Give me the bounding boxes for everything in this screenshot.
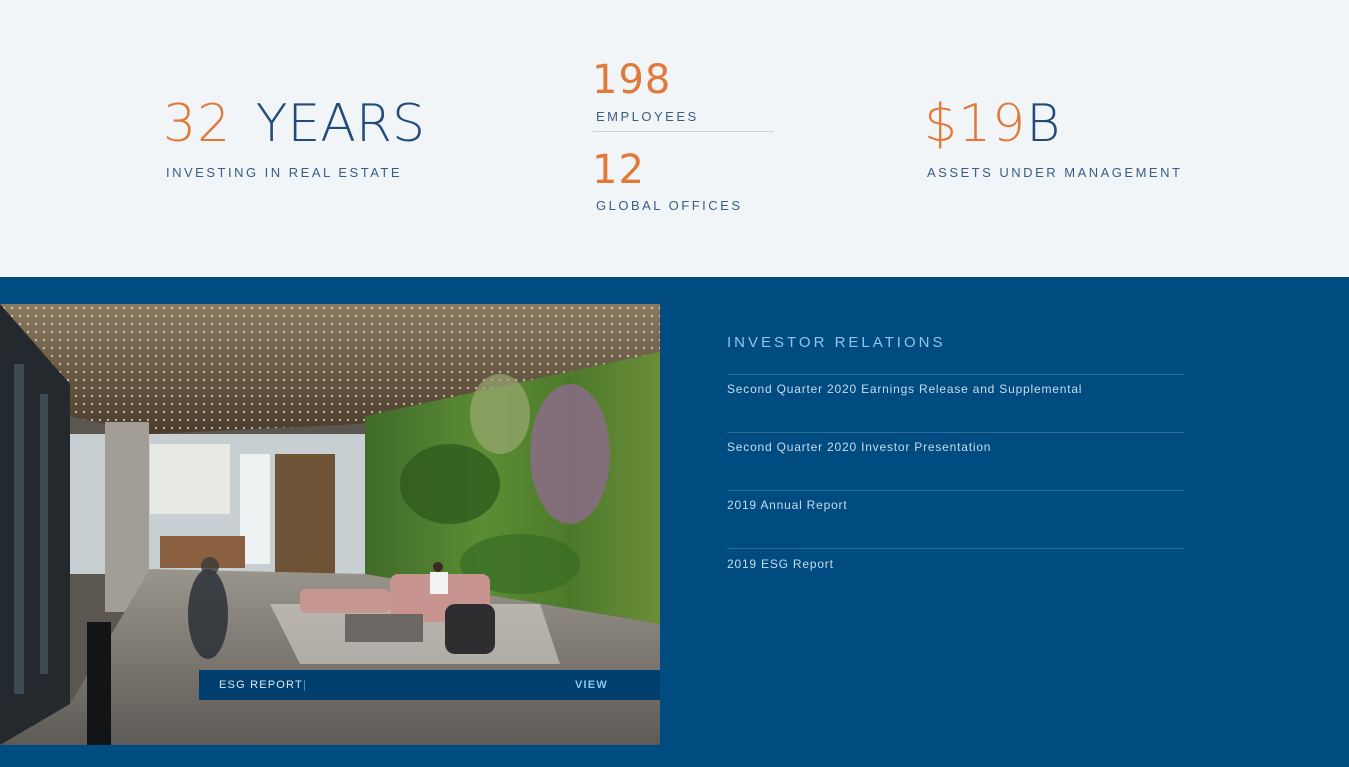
esg-view-link[interactable]: VIEW: [575, 679, 608, 691]
employees-number: 198: [592, 57, 672, 103]
ir-divider: [727, 548, 1184, 549]
ir-link-esg-report[interactable]: 2019 ESG Report: [727, 557, 834, 571]
assets-stat: $19B: [924, 98, 1060, 150]
years-unit: YEARS: [255, 94, 426, 154]
assets-unit: B: [1026, 94, 1061, 154]
assets-number: $19: [924, 94, 1027, 154]
ir-divider: [727, 490, 1184, 491]
stats-divider: [593, 131, 774, 132]
stats-section: 32 YEARS INVESTING IN REAL ESTATE 198 EM…: [0, 0, 1349, 277]
years-stat: 32 YEARS: [163, 98, 425, 150]
ir-divider: [727, 432, 1184, 433]
esg-separator: |: [303, 679, 308, 691]
offices-label: GLOBAL OFFICES: [596, 198, 743, 213]
years-number: 32: [163, 94, 232, 154]
ir-divider: [727, 374, 1184, 375]
ir-link-q2-presentation[interactable]: Second Quarter 2020 Investor Presentatio…: [727, 440, 991, 454]
esg-report-label: ESG REPORT: [219, 679, 303, 691]
offices-number: 12: [592, 147, 645, 193]
years-label: INVESTING IN REAL ESTATE: [166, 165, 403, 180]
investor-relations-title: INVESTOR RELATIONS: [727, 334, 946, 351]
assets-label: ASSETS UNDER MANAGEMENT: [927, 165, 1183, 180]
ir-link-annual-report[interactable]: 2019 Annual Report: [727, 498, 847, 512]
employees-label: EMPLOYEES: [596, 109, 699, 124]
esg-report-banner[interactable]: ESG REPORT | VIEW: [199, 670, 660, 700]
ir-link-q2-earnings[interactable]: Second Quarter 2020 Earnings Release and…: [727, 382, 1082, 396]
